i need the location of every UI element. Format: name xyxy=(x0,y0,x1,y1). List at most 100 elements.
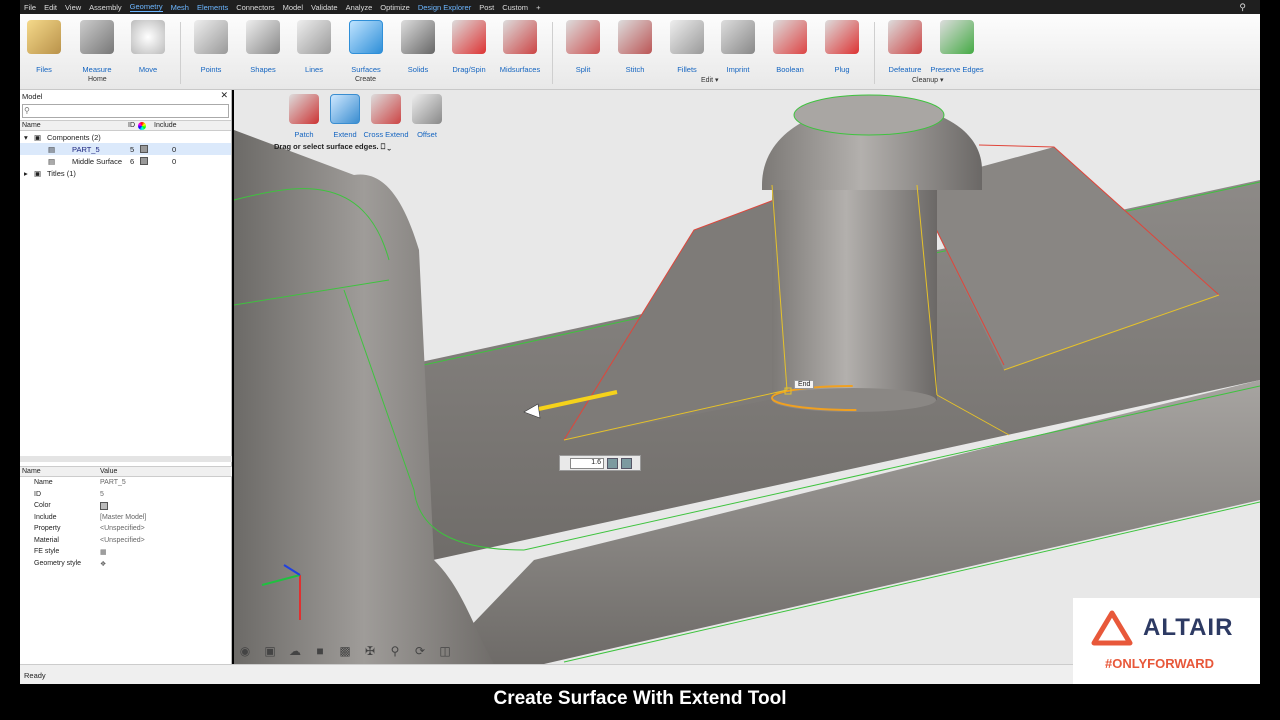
defeature-button[interactable]: Defeature xyxy=(877,20,933,74)
guide-bar: Drag or select surface edges. ⎕ ⌄ xyxy=(274,142,391,151)
move-button[interactable]: Move xyxy=(120,20,176,74)
folder-icon xyxy=(27,20,61,54)
boolean-icon xyxy=(773,20,807,54)
property-row[interactable]: Include [Master Model] xyxy=(20,512,232,524)
view-zoom-icon[interactable]: ⚲ xyxy=(386,644,404,660)
cross-extend-icon xyxy=(371,94,401,124)
patch-button[interactable]: Patch xyxy=(284,94,324,139)
property-row[interactable]: FE style ▦ xyxy=(20,546,232,558)
move-icon xyxy=(131,20,165,54)
property-row[interactable]: ID 5 xyxy=(20,489,232,501)
graphics-viewport[interactable]: Patch Extend Cross Extend Offset Drag or… xyxy=(234,90,1260,664)
plug-button[interactable]: Plug xyxy=(814,20,870,74)
fe-style-icon[interactable]: ▦ xyxy=(100,548,107,556)
group-edit-label[interactable]: Edit ▾ xyxy=(701,76,719,84)
points-button[interactable]: Points xyxy=(183,20,239,74)
split-button[interactable]: Split xyxy=(555,20,611,74)
property-row[interactable]: Name PART_5 xyxy=(20,477,232,489)
search-input[interactable]: ⚲ xyxy=(22,104,229,118)
drag-spin-button[interactable]: Drag/Spin xyxy=(441,20,497,74)
boss-cylinder[interactable] xyxy=(772,185,937,400)
menu-add-tab[interactable]: + xyxy=(536,3,540,12)
boolean-button[interactable]: Boolean xyxy=(762,20,818,74)
brand-logo: ALTAIR #ONLYFORWARD xyxy=(1073,598,1260,684)
menu-custom[interactable]: Custom xyxy=(502,3,528,12)
menu-edit[interactable]: Edit xyxy=(44,3,57,12)
solids-button[interactable]: Solids xyxy=(390,20,446,74)
files-button[interactable]: Files xyxy=(16,20,72,74)
ribbon: Files Measure Move Home Points Shapes Li… xyxy=(20,14,1260,90)
preserve-edges-icon xyxy=(940,20,974,54)
property-row[interactable]: Material <Unspecified> xyxy=(20,535,232,547)
view-box-icon[interactable]: ▩ xyxy=(336,644,354,660)
color-swatch[interactable] xyxy=(100,502,108,512)
stitch-button[interactable]: Stitch xyxy=(607,20,663,74)
solids-icon xyxy=(401,20,435,54)
component-icon: ▤ xyxy=(48,157,56,166)
surfaces-button[interactable]: Surfaces xyxy=(338,20,394,74)
preserve-edges-button[interactable]: Preserve Edges xyxy=(929,20,985,74)
fillets-button[interactable]: Fillets xyxy=(659,20,715,74)
view-fit-icon[interactable]: ☁ xyxy=(286,644,304,660)
midsurfaces-button[interactable]: Midsurfaces xyxy=(492,20,548,74)
view-section-icon[interactable]: ◫ xyxy=(436,644,454,660)
color-column-icon xyxy=(138,122,146,130)
property-row[interactable]: Color xyxy=(20,500,232,512)
fillets-icon xyxy=(670,20,704,54)
menu-assembly[interactable]: Assembly xyxy=(89,3,122,12)
surfaces-icon xyxy=(349,20,383,54)
offset-icon xyxy=(412,94,442,124)
menu-connectors[interactable]: Connectors xyxy=(236,3,274,12)
imprint-button[interactable]: Imprint xyxy=(710,20,766,74)
tree-node-titles[interactable]: ▸ ▣ Titles (1) xyxy=(20,167,231,179)
view-eye-icon[interactable]: ◉ xyxy=(236,644,254,660)
menu-optimize[interactable]: Optimize xyxy=(380,3,410,12)
shapes-button[interactable]: Shapes xyxy=(235,20,291,74)
measure-button[interactable]: Measure xyxy=(69,20,125,74)
component-icon: ▤ xyxy=(48,145,56,154)
menu-validate[interactable]: Validate xyxy=(311,3,338,12)
property-row[interactable]: Geometry style ❖ xyxy=(20,558,232,570)
menu-design-explorer[interactable]: Design Explorer xyxy=(418,3,471,12)
tree-node-middle-surface[interactable]: ▤ Middle Surface 6 0 xyxy=(20,155,231,167)
menu-post[interactable]: Post xyxy=(479,3,494,12)
tree-node-components[interactable]: ▾ ▣ Components (2) xyxy=(20,131,231,143)
options-button[interactable] xyxy=(621,457,632,469)
extend-button[interactable]: Extend xyxy=(325,94,365,139)
options-icon[interactable]: ⎕ ⌄ xyxy=(381,142,391,151)
menu-file[interactable]: File xyxy=(24,3,36,12)
end-label: End xyxy=(794,380,815,389)
menu-view[interactable]: View xyxy=(65,3,81,12)
panel-splitter[interactable] xyxy=(20,456,232,462)
cross-extend-button[interactable]: Cross Extend xyxy=(363,94,409,139)
color-swatch[interactable] xyxy=(140,157,148,167)
panel-title: Model ✕ xyxy=(22,90,228,101)
menu-elements[interactable]: Elements xyxy=(197,3,228,12)
color-swatch[interactable] xyxy=(140,145,148,155)
view-rotate-icon[interactable]: ⟳ xyxy=(411,644,429,660)
expand-icon[interactable]: ▸ xyxy=(24,169,28,178)
collapse-icon[interactable]: ▾ xyxy=(24,133,28,142)
apply-button[interactable] xyxy=(607,457,618,469)
view-camera-icon[interactable]: ▣ xyxy=(261,644,279,660)
tree-node-part[interactable]: ▤ PART_5 5 0 xyxy=(20,143,231,155)
view-cube-icon[interactable]: ■ xyxy=(311,644,329,660)
plug-icon xyxy=(825,20,859,54)
group-cleanup-label[interactable]: Cleanup ▾ xyxy=(912,76,944,84)
lines-button[interactable]: Lines xyxy=(286,20,342,74)
geometry-style-icon[interactable]: ❖ xyxy=(100,560,106,568)
menu-analyze[interactable]: Analyze xyxy=(346,3,373,12)
menu-model[interactable]: Model xyxy=(283,3,303,12)
video-caption: Create Surface With Extend Tool xyxy=(493,688,787,709)
menu-mesh[interactable]: Mesh xyxy=(171,3,189,12)
property-row[interactable]: Property <Unspecified> xyxy=(20,523,232,535)
view-axis-icon[interactable]: ✠ xyxy=(361,644,379,660)
close-icon[interactable]: ✕ xyxy=(220,90,228,101)
group-create-label: Create xyxy=(355,76,377,83)
offset-button[interactable]: Offset xyxy=(407,94,447,139)
altair-logo-icon xyxy=(1091,610,1133,646)
menu-geometry[interactable]: Geometry xyxy=(129,2,163,12)
model-geometry[interactable] xyxy=(234,90,1260,664)
extend-distance-input[interactable]: 1.6 xyxy=(570,457,604,469)
search-icon[interactable]: ⚲ xyxy=(1239,2,1246,13)
